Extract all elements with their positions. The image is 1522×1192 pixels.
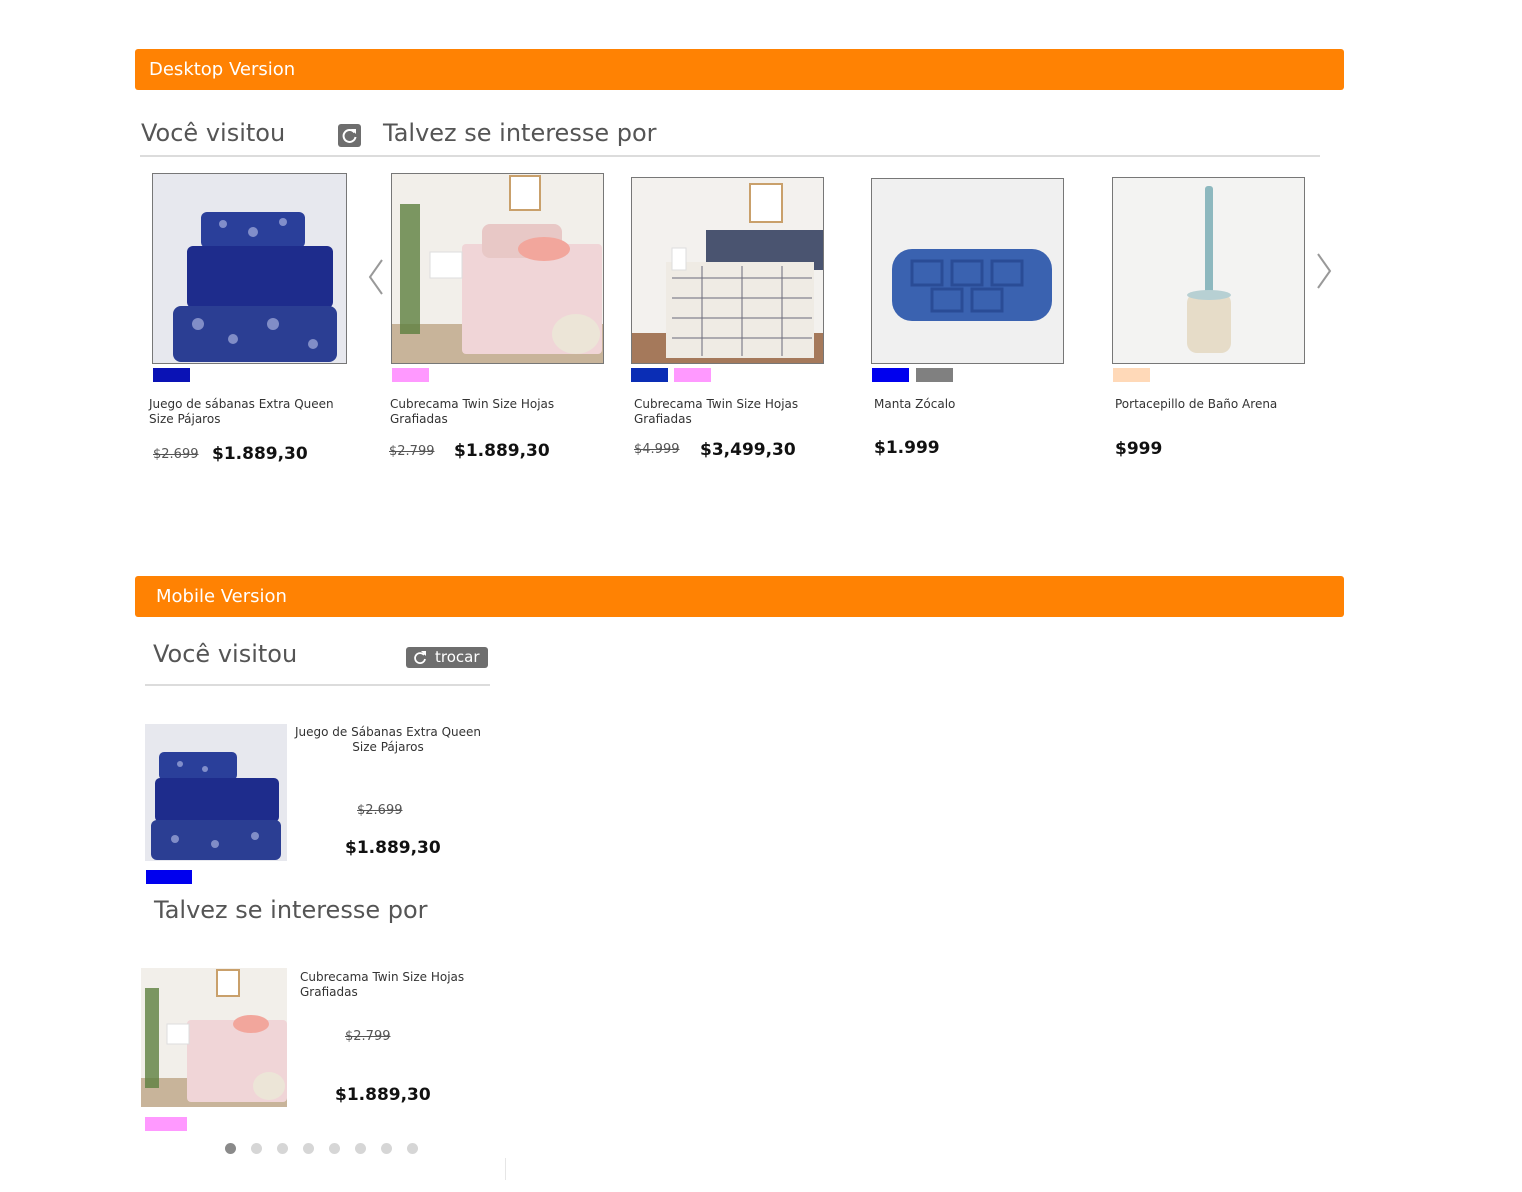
original-price: $4.999 — [634, 442, 680, 457]
original-price: $2.799 — [389, 444, 435, 459]
refresh-icon — [414, 651, 426, 664]
pagination-dot[interactable] — [381, 1143, 392, 1154]
blanket-image — [872, 179, 1063, 363]
header-divider — [140, 155, 1320, 157]
sheets-image — [153, 174, 346, 363]
color-swatch[interactable] — [392, 368, 429, 382]
product-image[interactable] — [871, 178, 1064, 364]
mobile-sale-price: $1.889,30 — [345, 838, 441, 858]
sale-price: $999 — [1115, 439, 1163, 459]
original-price: $2.699 — [153, 447, 199, 462]
product-image[interactable] — [631, 177, 824, 364]
product-image[interactable] — [391, 173, 604, 364]
bedspread-image — [392, 174, 603, 363]
pagination-dot[interactable] — [251, 1143, 262, 1154]
carousel-next-button[interactable] — [1314, 251, 1334, 298]
product-name[interactable]: Cubrecama Twin Size Hojas Grafiadas — [634, 397, 834, 427]
interest-title: Talvez se interesse por — [383, 119, 657, 147]
product-image[interactable] — [152, 173, 347, 364]
color-swatch[interactable] — [146, 870, 192, 884]
pagination-dot[interactable] — [303, 1143, 314, 1154]
visited-title: Você visitou — [141, 119, 286, 147]
swap-button-label: trocar — [435, 648, 480, 666]
color-swatch[interactable] — [674, 368, 711, 382]
bedspread-image — [632, 178, 823, 363]
mobile-interest-title: Talvez se interesse por — [154, 896, 428, 924]
color-swatch[interactable] — [916, 368, 953, 382]
sale-price: $3,499,30 — [700, 440, 796, 460]
mobile-visited-title: Você visitou — [153, 640, 298, 668]
pagination-dot[interactable] — [225, 1143, 236, 1154]
mobile-header-divider — [145, 684, 490, 686]
pagination-dot[interactable] — [407, 1143, 418, 1154]
product-image[interactable] — [1112, 177, 1305, 364]
color-swatch[interactable] — [1113, 368, 1150, 382]
product-name[interactable]: Portacepillo de Baño Arena — [1115, 397, 1315, 412]
bedspread-image — [141, 968, 287, 1107]
sale-price: $1.889,30 — [454, 441, 550, 461]
refresh-icon — [342, 128, 357, 143]
mobile-product-image[interactable] — [141, 968, 287, 1107]
swap-button[interactable]: trocar — [406, 647, 488, 668]
mobile-banner: Mobile Version — [135, 576, 1344, 617]
chevron-right-icon — [1317, 253, 1332, 289]
pagination-dot[interactable] — [355, 1143, 366, 1154]
sheets-image — [145, 724, 287, 861]
mobile-product-image[interactable] — [145, 724, 287, 861]
color-swatch[interactable] — [145, 1117, 187, 1131]
product-name[interactable]: Manta Zócalo — [874, 397, 1074, 412]
desktop-banner-label: Desktop Version — [149, 59, 296, 80]
mobile-original-price: $2.799 — [345, 1029, 391, 1044]
color-swatch[interactable] — [872, 368, 909, 382]
toothbrush-holder-image — [1113, 178, 1304, 363]
color-swatch[interactable] — [153, 368, 190, 382]
mobile-sale-price: $1.889,30 — [335, 1085, 431, 1105]
mobile-original-price: $2.699 — [357, 803, 403, 818]
desktop-banner: Desktop Version — [135, 49, 1344, 90]
pagination-dot[interactable] — [329, 1143, 340, 1154]
refresh-button[interactable] — [338, 124, 361, 147]
sale-price: $1.999 — [874, 438, 940, 458]
mobile-product-name[interactable]: Cubrecama Twin Size Hojas Grafiadas — [300, 970, 490, 1000]
pagination-dot[interactable] — [277, 1143, 288, 1154]
carousel-prev-button[interactable] — [366, 257, 386, 304]
divider — [505, 1158, 506, 1180]
chevron-left-icon — [368, 259, 383, 295]
color-swatch[interactable] — [631, 368, 668, 382]
mobile-product-name[interactable]: Juego de Sábanas Extra Queen Size Pájaro… — [293, 725, 483, 755]
mobile-banner-label: Mobile Version — [156, 586, 287, 607]
sale-price: $1.889,30 — [212, 444, 308, 464]
product-name[interactable]: Juego de sábanas Extra Queen Size Pájaro… — [149, 397, 349, 427]
product-name[interactable]: Cubrecama Twin Size Hojas Grafiadas — [390, 397, 590, 427]
